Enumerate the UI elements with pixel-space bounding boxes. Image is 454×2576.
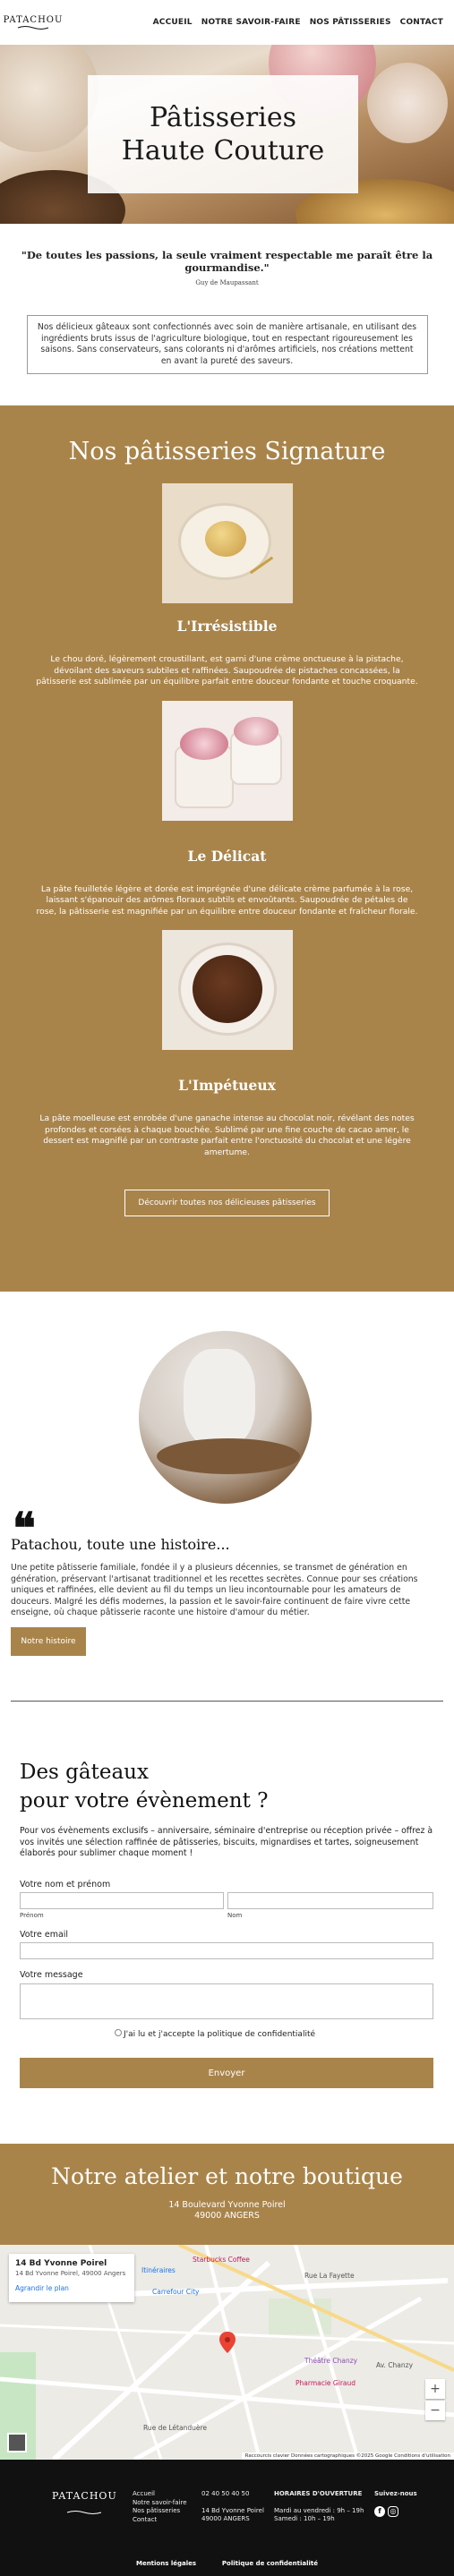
- submit-button[interactable]: Envoyer: [20, 2058, 433, 2088]
- logo[interactable]: PATACHOU: [4, 11, 62, 34]
- map-label-starbucks: Starbucks Coffee: [193, 2256, 250, 2264]
- footer-follow-label: Suivez-nous: [374, 2490, 417, 2497]
- street-view-thumbnail[interactable]: [7, 2433, 27, 2452]
- footer-social: Suivez-nous f ◎: [374, 2490, 417, 2517]
- nav-patisseries[interactable]: NOS PÂTISSERIES: [310, 18, 391, 27]
- atelier-title: Notre atelier et notre boutique: [51, 2163, 403, 2189]
- atelier-section: Notre atelier et notre boutique 14 Boule…: [0, 2144, 454, 2245]
- map-label-carrefour: Carrefour City: [152, 2288, 200, 2296]
- lastname-field[interactable]: [227, 1892, 433, 1909]
- cake-desc-impetueux: La pâte moelleuse est enrobée d'une gana…: [39, 1113, 415, 1157]
- hero-title: Pâtisseries Haute Couture: [122, 101, 325, 167]
- map-card-title: 14 Bd Yvonne Poirel: [15, 2259, 107, 2268]
- cake-title-irresistible: L'Irrésistible: [176, 618, 278, 635]
- story-text: Une petite pâtisserie familiale, fondée …: [11, 1563, 418, 1617]
- logo-text: PATACHOU: [3, 14, 64, 25]
- message-label: Votre message: [20, 1970, 83, 1980]
- site-footer: PATACHOU Accueil Notre savoir-faire Nos …: [0, 2460, 454, 2576]
- footer-nav-savoir-faire[interactable]: Notre savoir-faire: [133, 2499, 187, 2508]
- impetueux-image: [161, 930, 293, 1050]
- footer-nav: Accueil Notre savoir-faire Nos pâtisseri…: [133, 2490, 187, 2524]
- footer-nav-contact[interactable]: Contact: [133, 2516, 187, 2525]
- atelier-address-line2: 49000 ANGERS: [194, 2211, 260, 2221]
- name-label: Votre nom et prénom: [20, 1880, 111, 1889]
- footer-hours-2: Samedi : 10h – 19h: [274, 2515, 335, 2522]
- cake-desc-delicat: La pâte feuilletée légère et dorée est i…: [36, 883, 418, 917]
- privacy-policy-link[interactable]: Politique de confidentialité: [222, 2560, 318, 2567]
- event-title-line2: pour votre évènement ?: [20, 1789, 269, 1813]
- map-card-address: 14 Bd Yvonne Poirel, 49000 Angers: [15, 2270, 126, 2277]
- logo-swash-icon: [17, 25, 49, 30]
- facebook-icon[interactable]: f: [374, 2505, 385, 2517]
- map-directions-link[interactable]: Itinéraires: [141, 2266, 176, 2274]
- footer-logo[interactable]: PATACHOU: [52, 2490, 117, 2519]
- hero-banner: Pâtisseries Haute Couture: [0, 45, 454, 224]
- footer-logo-swash-icon: [67, 2511, 102, 2514]
- footer-hours: HORAIRES D'OUVERTURE Mardi au vendredi :…: [274, 2490, 364, 2524]
- instagram-icon[interactable]: ◎: [388, 2505, 398, 2517]
- footer-address-line2: 49000 ANGERS: [201, 2515, 250, 2522]
- hero-title-line2: Haute Couture: [121, 135, 325, 166]
- footer-logo-text: PATACHOU: [52, 2490, 117, 2502]
- map-label-chanzy: Av. Chanzy: [376, 2361, 414, 2369]
- footer-nav-accueil[interactable]: Accueil: [133, 2490, 187, 2499]
- hero-title-line1: Pâtisseries: [149, 102, 296, 133]
- footer-legal: Mentions légales Politique de confidenti…: [0, 2560, 454, 2567]
- firstname-field[interactable]: [20, 1892, 224, 1909]
- map-label-pharmacie: Pharmacie Giraud: [296, 2379, 356, 2387]
- event-text: Pour vos évènements exclusifs – annivers…: [20, 1826, 433, 1858]
- footer-hours-title: HORAIRES D'OUVERTURE: [274, 2490, 363, 2497]
- section-divider: [11, 1701, 443, 1702]
- story-image: [139, 1331, 312, 1504]
- signature-title: Nos pâtisseries Signature: [68, 438, 386, 465]
- footer-phone[interactable]: 02 40 50 40 50: [201, 2490, 264, 2499]
- map-label-theatre: Théâtre Chanzy: [304, 2357, 358, 2365]
- map-attribution: Raccourcis clavier Données cartographiqu…: [241, 2452, 454, 2460]
- maupassant-quote: "De toutes les passions, la seule vraime…: [0, 224, 454, 286]
- event-title-line1: Des gâteaux: [20, 1761, 149, 1784]
- main-nav: ACCUEIL NOTRE SAVOIR-FAIRE NOS PÂTISSERI…: [153, 18, 443, 27]
- event-title: Des gâteaux pour votre évènement ?: [20, 1758, 268, 1815]
- map-label-letanduere: Rue de Létanduère: [143, 2424, 207, 2432]
- email-field[interactable]: [20, 1942, 433, 1959]
- quote-author: Guy de Maupassant: [195, 279, 259, 286]
- site-header: PATACHOU ACCUEIL NOTRE SAVOIR-FAIRE NOS …: [0, 0, 454, 45]
- intro-text: Nos délicieux gâteaux sont confectionnés…: [26, 315, 428, 374]
- email-label: Votre email: [20, 1930, 69, 1940]
- our-story-button[interactable]: Notre histoire: [11, 1627, 86, 1656]
- footer-hours-1: Mardi au vendredi : 9h – 19h: [274, 2506, 364, 2514]
- map-pin-icon[interactable]: [219, 2332, 236, 2353]
- signature-section: Nos pâtisseries Signature L'Irrésistible…: [0, 405, 454, 1292]
- message-field[interactable]: [20, 1983, 433, 2019]
- irresistible-image: [161, 483, 293, 603]
- discover-pastries-button[interactable]: Découvrir toutes nos délicieuses pâtisse…: [124, 1190, 330, 1216]
- story-title: Patachou, toute une histoire...: [11, 1536, 230, 1553]
- hero-title-box: Pâtisseries Haute Couture: [88, 75, 358, 193]
- privacy-label: J'ai lu et j'accepte la politique de con…: [124, 2030, 316, 2039]
- zoom-in-button[interactable]: +: [425, 2379, 445, 2399]
- map[interactable]: 14 Bd Yvonne Poirel 14 Bd Yvonne Poirel,…: [0, 2245, 454, 2460]
- cake-title-impetueux: L'Impétueux: [178, 1077, 276, 1094]
- footer-nav-patisseries[interactable]: Nos pâtisseries: [133, 2507, 187, 2516]
- privacy-checkbox[interactable]: [115, 2029, 122, 2036]
- cake-title-delicat: Le Délicat: [187, 847, 267, 865]
- footer-address-line1: 14 Bd Yvonne Poirel: [201, 2506, 264, 2514]
- map-info-card: 14 Bd Yvonne Poirel 14 Bd Yvonne Poirel,…: [9, 2254, 134, 2302]
- delicat-image: [161, 700, 293, 821]
- zoom-out-button[interactable]: −: [425, 2401, 445, 2420]
- quote-text: "De toutes les passions, la seule vraime…: [21, 249, 433, 274]
- nav-savoir-faire[interactable]: NOTRE SAVOIR-FAIRE: [201, 18, 301, 27]
- legal-mentions-link[interactable]: Mentions légales: [136, 2560, 196, 2567]
- map-label-lafayette: Rue La Fayette: [304, 2272, 355, 2280]
- lastname-sublabel: Nom: [227, 1912, 243, 1919]
- nav-contact[interactable]: CONTACT: [400, 18, 443, 27]
- nav-accueil[interactable]: ACCUEIL: [153, 18, 193, 27]
- cake-desc-irresistible: Le chou doré, légèrement croustillant, e…: [36, 654, 418, 687]
- footer-contact: 02 40 50 40 50 14 Bd Yvonne Poirel 49000…: [201, 2490, 264, 2524]
- firstname-sublabel: Prénom: [20, 1912, 44, 1919]
- atelier-address-line1: 14 Boulevard Yvonne Poirel: [168, 2200, 286, 2210]
- map-enlarge-link[interactable]: Agrandir le plan: [15, 2284, 128, 2292]
